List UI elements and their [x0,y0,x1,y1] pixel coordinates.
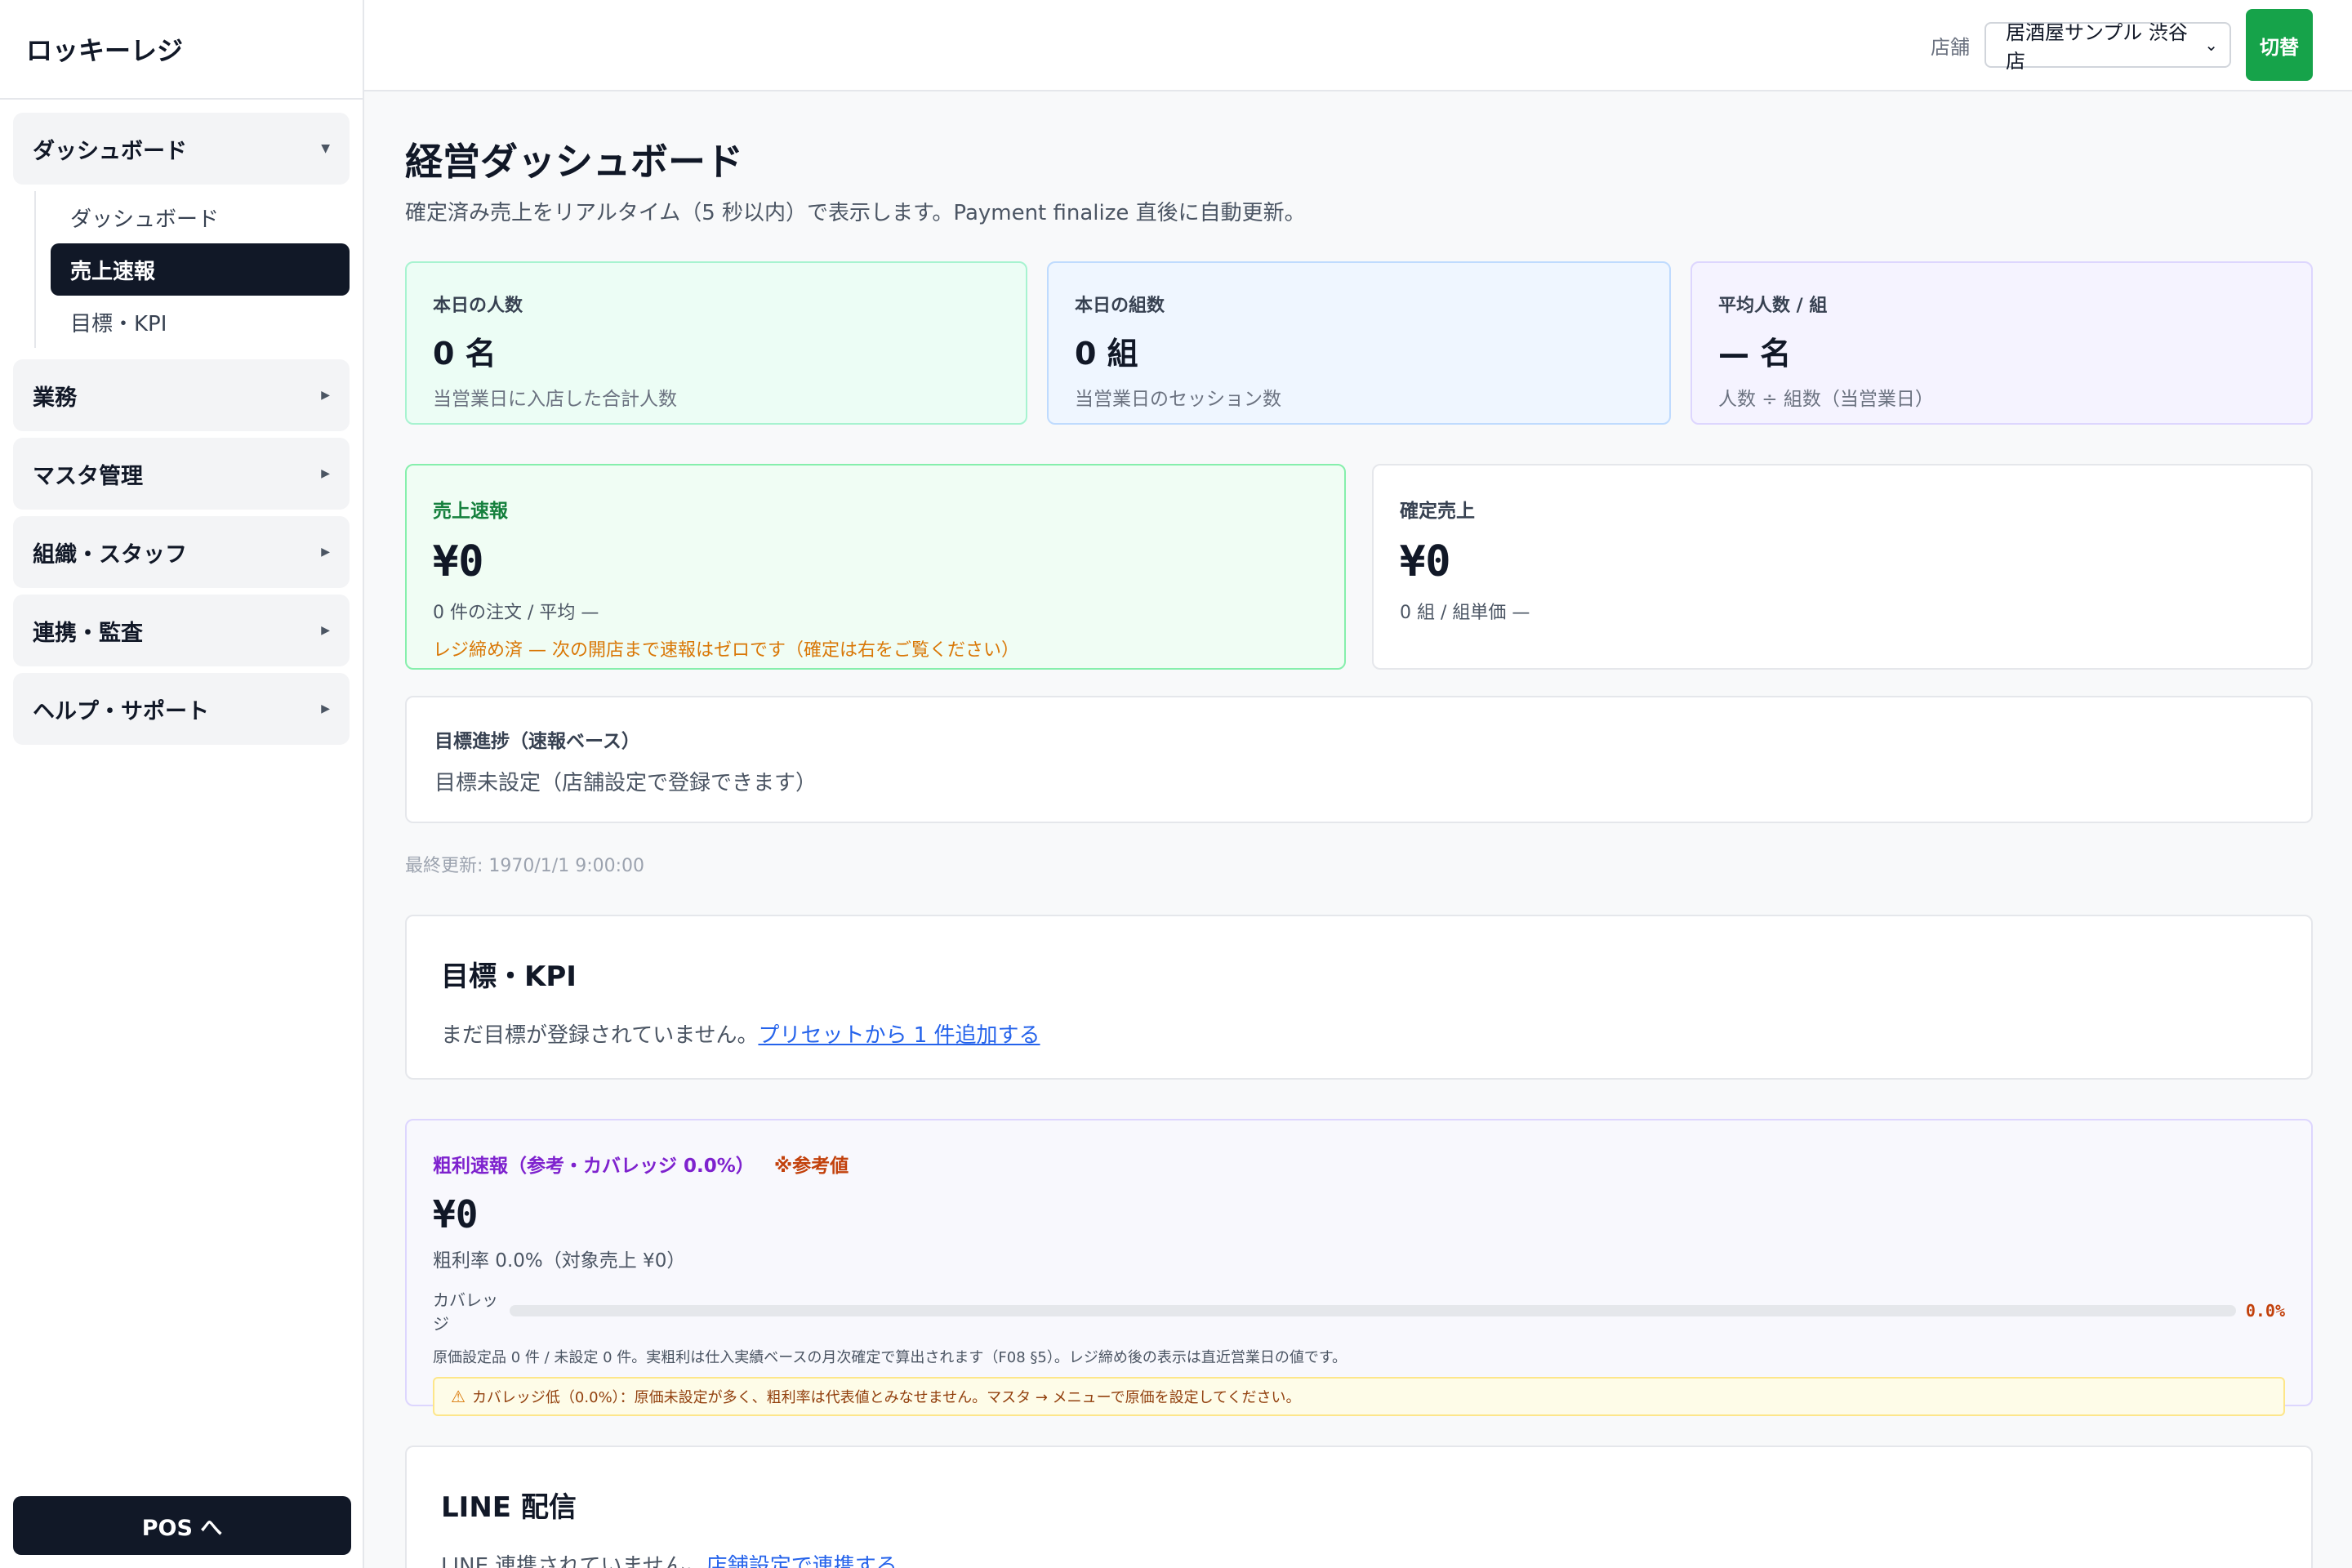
sidebar-nav: ダッシュボード ▼ ダッシュボード 売上速報 目標・KPI 業務 ▶ マスタ管理… [0,100,363,745]
top-header: 店舗 居酒屋サンプル 渋谷店 ⌄ 切替 [364,0,2352,91]
caret-right-icon: ▶ [321,702,330,715]
gross-profit-note: 原価設定品 0 件 / 未設定 0 件。実粗利は仕入実績ベースの月次確定で算出さ… [433,1349,1348,1366]
add-preset-link[interactable]: プリセットから 1 件追加する [758,1023,1040,1048]
kpi-label: 本日の組数 [1075,296,1165,316]
goals-kpi-message: まだ目標が登録されていません。 [441,1023,759,1048]
nav-group-org-staff: 組織・スタッフ ▶ [13,516,350,588]
kpi-label: 平均人数 / 組 [1718,296,1828,316]
confirmed-sales-detail: 0 組 / 組単価 — [1400,603,1530,623]
goals-kpi-text: まだ目標が登録されていません。プリセットから 1 件追加する [441,1018,2277,1049]
kpi-card-guests: 本日の人数 0 名 当営業日に入店した合計人数 [405,261,1027,425]
nav-group-label: ヘルプ・サポート [33,698,209,724]
coverage-warning: ⚠ カバレッジ低（0.0%）：原価未設定が多く、粗利率は代表値とみなせません。マ… [433,1377,2285,1416]
kpi-value: 0 組 [1075,336,1138,372]
line-card: LINE 配信 LINE 連携されていません。店舗設定で連携する [405,1446,2313,1568]
nav-group-dashboard: ダッシュボード ▼ [13,113,350,185]
gross-profit-label: 粗利速報（参考・カバレッジ 0.0%） [433,1156,755,1177]
coverage-value: 0.0% [2245,1301,2285,1321]
line-title: LINE 配信 [441,1491,577,1524]
goal-progress-card: 目標進捗（速報ベース） 目標未設定（店舗設定で登録できます） [405,696,2313,823]
nav-group-label: ダッシュボード [33,138,187,164]
last-updated: 最終更新: 1970/1/1 9:00:00 [405,856,645,876]
goal-progress-message: 目標未設定（店舗設定で登録できます） [434,771,817,795]
nav-group-label: マスタ管理 [33,463,143,489]
goals-kpi-title: 目標・KPI [441,960,577,993]
line-text: LINE 連携されていません。店舗設定で連携する [441,1549,2277,1568]
switch-store-button[interactable]: 切替 [2246,9,2313,81]
nav-group-master: マスタ管理 ▶ [13,438,350,510]
pos-button-label: POS へ [141,1515,223,1541]
coverage-row: カバレッジ 0.0% [433,1287,2285,1334]
flash-sales-label: 売上速報 [433,501,508,522]
kpi-value: — 名 [1718,336,1792,372]
nav-group-integration-audit: 連携・監査 ▶ [13,595,350,666]
caret-down-icon: ▼ [321,142,330,155]
confirmed-sales-label: 確定売上 [1400,501,1475,522]
nav-group-help-support: ヘルプ・サポート ▶ [13,673,350,745]
store-label: 店舗 [1931,35,1970,59]
flash-sales-card: 売上速報 ¥0 0 件の注文 / 平均 — レジ締め済 — 次の開店まで速報はゼ… [405,464,1346,670]
caret-right-icon: ▶ [321,467,330,480]
nav-group-header-operations[interactable]: 業務 ▶ [13,359,350,431]
coverage-label: カバレッジ [433,1290,498,1334]
gross-profit-card: 粗利速報（参考・カバレッジ 0.0%） ※参考値 ¥0 粗利率 0.0%（対象売… [405,1119,2313,1416]
page-title: 経営ダッシュボード [405,140,743,184]
kpi-value: 0 名 [433,336,497,372]
connect-line-link[interactable]: 店舗設定で連携する [706,1554,898,1568]
kpi-note: 人数 ÷ 組数（当営業日） [1718,389,1934,410]
flash-sales-notice: レジ締め済 — 次の開店まで速報はゼロです（確定は右をご覧ください） [433,640,1019,661]
app-root: ロッキーレジ ダッシュボード ▼ ダッシュボード 売上速報 目標・KPI 業務 … [0,0,2352,1568]
chevron-down-icon: ⌄ [2204,35,2218,55]
kpi-note: 当営業日に入店した合計人数 [433,389,677,410]
sidebar-item-dashboard[interactable]: ダッシュボード [51,191,350,243]
kpi-note: 当営業日のセッション数 [1075,389,1281,410]
nav-group-header-dashboard[interactable]: ダッシュボード ▼ [13,113,350,185]
page-subtitle: 確定済み売上をリアルタイム（5 秒以内）で表示します。Payment final… [405,201,1306,225]
flash-sales-value: ¥0 [433,537,484,586]
pos-button[interactable]: POS へ [13,1496,351,1555]
sidebar: ロッキーレジ ダッシュボード ▼ ダッシュボード 売上速報 目標・KPI 業務 … [0,0,364,1568]
nav-group-header-help-support[interactable]: ヘルプ・サポート ▶ [13,673,350,745]
nav-group-label: 連携・監査 [33,620,143,646]
subnav-dashboard: ダッシュボード 売上速報 目標・KPI [34,191,350,348]
kpi-card-groups: 本日の組数 0 組 当営業日のセッション数 [1047,261,1671,425]
gross-profit-header: 粗利速報（参考・カバレッジ 0.0%） ※参考値 [433,1150,2285,1178]
goal-progress-label: 目標進捗（速報ベース） [434,731,640,752]
goals-kpi-card: 目標・KPI まだ目標が登録されていません。プリセットから 1 件追加する [405,915,2313,1080]
reference-badge: ※参考値 [773,1156,849,1177]
gross-profit-value: ¥0 [433,1192,479,1236]
main-content: 経営ダッシュボード 確定済み売上をリアルタイム（5 秒以内）で表示します。Pay… [405,91,2311,226]
nav-group-header-integration-audit[interactable]: 連携・監査 ▶ [13,595,350,666]
caret-right-icon: ▶ [321,389,330,402]
store-select-value: 居酒屋サンプル 渋谷店 [2006,21,2188,73]
coverage-bar [510,1305,2236,1316]
line-message: LINE 連携されていません。 [441,1554,706,1568]
confirmed-sales-value: ¥0 [1400,537,1451,586]
sidebar-item-goals-kpi[interactable]: 目標・KPI [51,296,350,348]
warning-icon: ⚠ [451,1387,466,1406]
nav-group-label: 業務 [33,385,77,411]
coverage-warning-text: カバレッジ低（0.0%）：原価未設定が多く、粗利率は代表値とみなせません。マスタ… [471,1389,1301,1406]
kpi-label: 本日の人数 [433,296,523,316]
gross-profit-rate: 粗利率 0.0%（対象売上 ¥0） [433,1250,686,1272]
sidebar-item-flash-sales[interactable]: 売上速報 [51,243,350,296]
nav-group-header-org-staff[interactable]: 組織・スタッフ ▶ [13,516,350,588]
confirmed-sales-card: 確定売上 ¥0 0 組 / 組単価 — [1372,464,2313,670]
flash-sales-detail: 0 件の注文 / 平均 — [433,603,599,623]
nav-group-label: 組織・スタッフ [33,541,187,568]
caret-right-icon: ▶ [321,624,330,637]
nav-group-header-master[interactable]: マスタ管理 ▶ [13,438,350,510]
kpi-card-avg-per-group: 平均人数 / 組 — 名 人数 ÷ 組数（当営業日） [1690,261,2313,425]
caret-right-icon: ▶ [321,546,330,559]
store-select[interactable]: 居酒屋サンプル 渋谷店 ⌄ [1984,21,2231,73]
app-title: ロッキーレジ [0,0,363,100]
nav-group-operations: 業務 ▶ [13,359,350,431]
